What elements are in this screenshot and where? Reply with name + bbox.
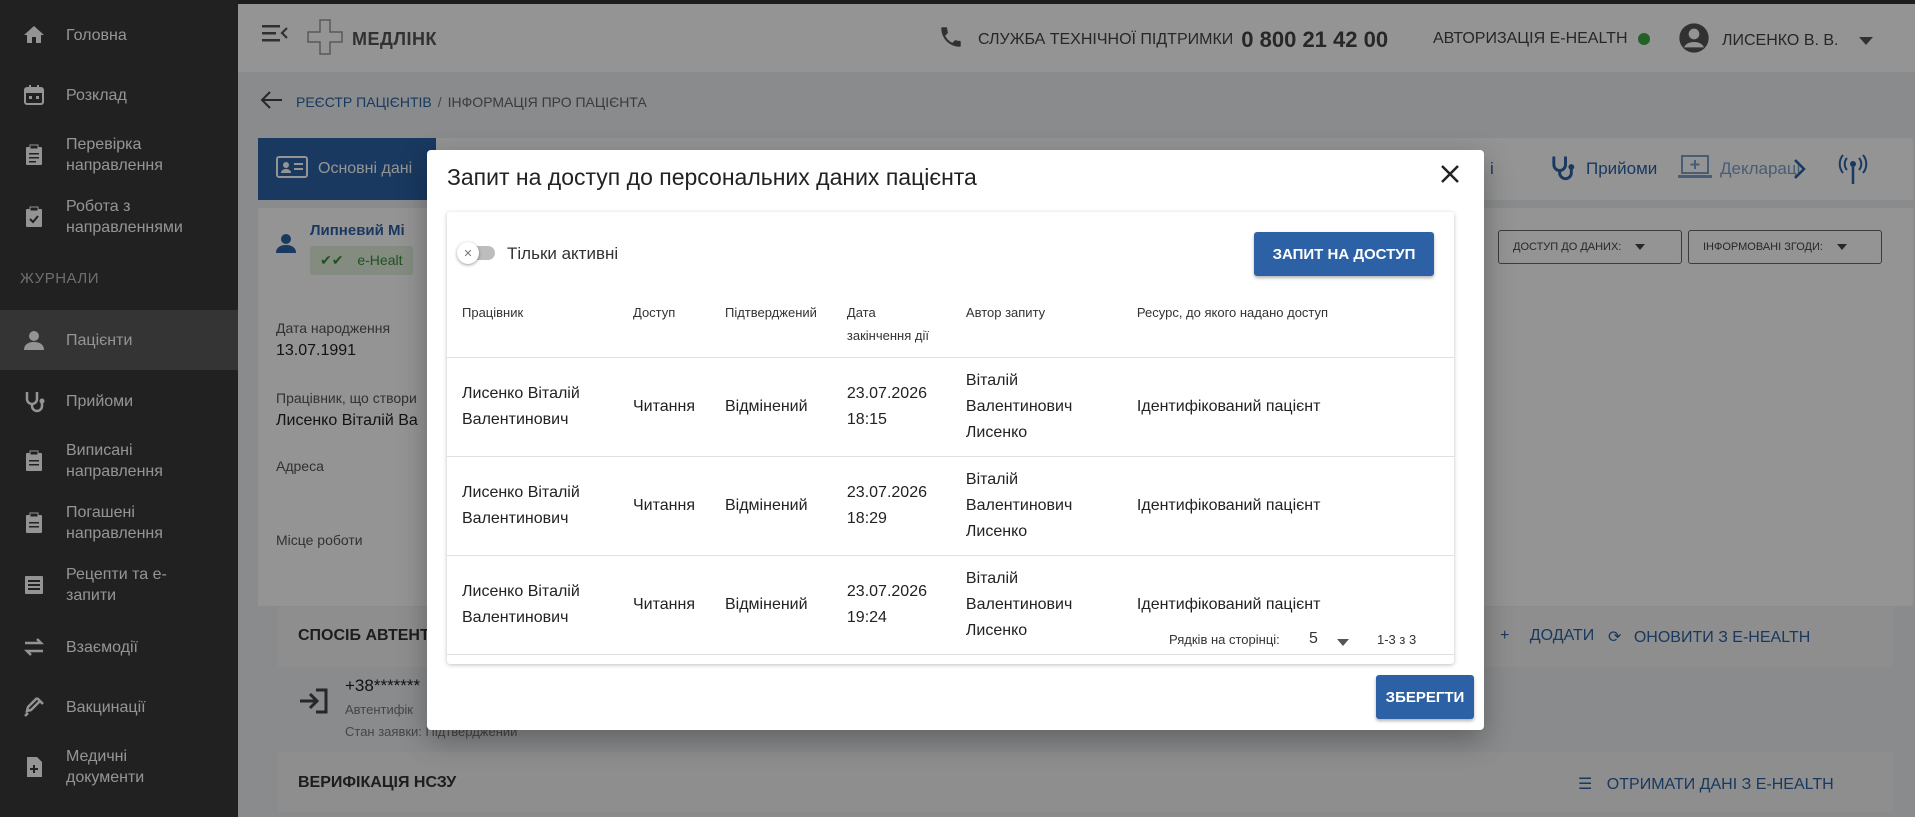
- pagination-range: 1-3 з 3: [1377, 632, 1417, 647]
- column-header[interactable]: Ресурс, до якого надано доступ: [1121, 298, 1454, 358]
- cell-resource: Ідентифікований пацієнт: [1121, 456, 1454, 556]
- cell-confirmed: Відмінений: [709, 456, 832, 556]
- active-only-toggle[interactable]: ✕: [457, 242, 497, 264]
- column-header[interactable]: Працівник: [447, 298, 618, 358]
- access-table: Працівник Доступ Підтверджений Дата закі…: [447, 298, 1454, 655]
- close-icon: [1440, 164, 1460, 189]
- cell-expiry: 23.07.2026 18:29: [831, 456, 951, 556]
- close-button[interactable]: [1434, 160, 1466, 192]
- cell-resource: Ідентифікований пацієнт: [1121, 357, 1454, 457]
- cell-access: Читання: [618, 456, 710, 556]
- cell-access: Читання: [618, 357, 710, 457]
- dialog-title: Запит на доступ до персональних даних па…: [447, 164, 977, 190]
- rows-per-page-label: Рядків на сторінці:: [1169, 632, 1280, 647]
- chevron-down-icon[interactable]: [1337, 634, 1349, 649]
- table-pagination: Рядків на сторінці: 5 1-3 з 3: [447, 614, 1454, 664]
- request-access-button[interactable]: ЗАПИТ НА ДОСТУП: [1254, 232, 1434, 276]
- table-row[interactable]: Лисенко Віталій Валентинович Читання Від…: [447, 357, 1454, 457]
- cell-confirmed: Відмінений: [709, 357, 832, 457]
- column-header[interactable]: Доступ: [618, 298, 710, 358]
- toggle-off-icon: ✕: [457, 242, 479, 264]
- column-header[interactable]: Підтверджений: [709, 298, 832, 358]
- table-row[interactable]: Лисенко Віталій Валентинович Читання Від…: [447, 456, 1454, 556]
- access-table-card: ✕ Тільки активні ЗАПИТ НА ДОСТУП Працівн…: [447, 212, 1454, 664]
- table-header-row: Працівник Доступ Підтверджений Дата закі…: [447, 298, 1454, 358]
- rows-per-page-select[interactable]: 5: [1309, 630, 1318, 648]
- column-header[interactable]: Автор запиту: [950, 298, 1122, 358]
- save-button[interactable]: ЗБЕРЕГТИ: [1376, 675, 1474, 719]
- column-header[interactable]: Дата закінчення дії: [831, 298, 951, 358]
- cell-employee: Лисенко Віталій Валентинович: [447, 456, 618, 556]
- access-request-dialog: Запит на доступ до персональних даних па…: [427, 150, 1484, 730]
- cell-expiry: 23.07.2026 18:15: [831, 357, 951, 457]
- toggle-label: Тільки активні: [507, 244, 619, 263]
- cell-author: Віталій Валентинович Лисенко: [950, 456, 1122, 556]
- cell-employee: Лисенко Віталій Валентинович: [447, 357, 618, 457]
- cell-author: Віталій Валентинович Лисенко: [950, 357, 1122, 457]
